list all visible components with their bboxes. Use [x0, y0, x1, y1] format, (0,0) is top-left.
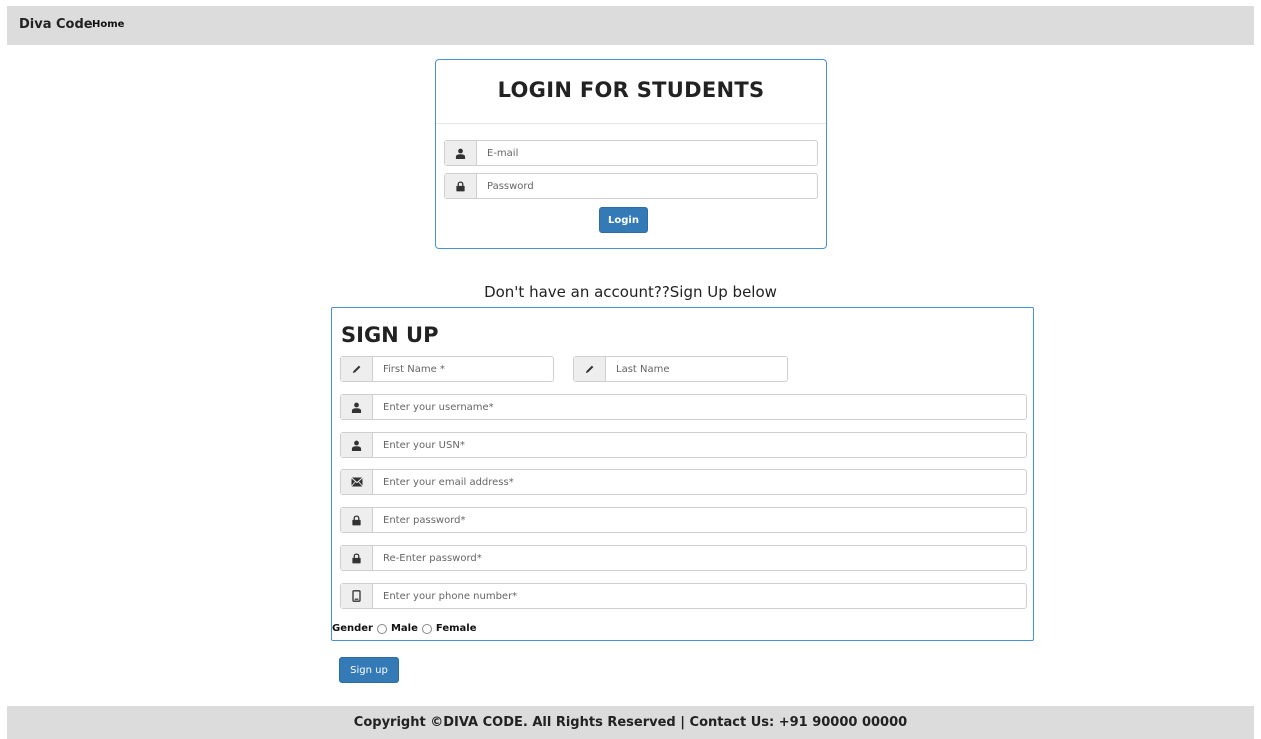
phone-group — [340, 583, 1027, 609]
user-icon — [341, 395, 373, 419]
phone-input[interactable] — [373, 584, 1026, 608]
last-name-group — [573, 356, 788, 382]
user-icon — [341, 433, 373, 457]
login-password-group — [444, 173, 818, 199]
reenter-password-input[interactable] — [373, 546, 1026, 570]
lock-icon — [341, 508, 373, 532]
login-button[interactable]: Login — [599, 207, 648, 233]
login-panel: LOGIN FOR STUDENTS Login — [435, 59, 827, 249]
first-name-input[interactable] — [373, 357, 553, 381]
navbar: Diva Code Home — [7, 6, 1254, 45]
footer: Copyright ©DIVA CODE. All Rights Reserve… — [7, 706, 1254, 739]
lock-icon — [341, 546, 373, 570]
signup-panel: SIGN UP First Name * Last Name Enter you… — [331, 307, 1034, 641]
gender-row: Gender Male Female — [332, 623, 477, 634]
gender-radio-male[interactable] — [376, 623, 387, 634]
password-input[interactable] — [373, 508, 1026, 532]
login-email-input[interactable] — [477, 141, 817, 165]
footer-text: Copyright ©DIVA CODE. All Rights Reserve… — [353, 715, 908, 730]
user-icon — [445, 141, 477, 165]
envelope-icon — [341, 470, 373, 494]
pencil-icon — [574, 357, 606, 381]
gender-option-male-label: Male — [390, 623, 418, 634]
pencil-icon — [341, 357, 373, 381]
last-name-input[interactable] — [606, 357, 787, 381]
brand-link[interactable]: Diva Code — [19, 17, 93, 32]
username-group — [340, 394, 1027, 420]
password-group — [340, 507, 1027, 533]
signup-prompt: Don't have an account??Sign Up below — [484, 283, 777, 301]
signup-title: SIGN UP — [341, 323, 439, 347]
reenter-password-group — [340, 545, 1027, 571]
gender-radio-female[interactable] — [421, 623, 432, 634]
login-header: LOGIN FOR STUDENTS — [436, 60, 826, 124]
nav-home-link[interactable]: Home — [92, 19, 124, 30]
gender-option-female-label: Female — [435, 623, 477, 634]
gender-label: Gender — [332, 623, 373, 634]
usn-group — [340, 432, 1027, 458]
phone-icon — [341, 584, 373, 608]
signup-button[interactable]: Sign up — [339, 657, 399, 683]
usn-input[interactable] — [373, 433, 1026, 457]
login-password-input[interactable] — [477, 174, 817, 198]
login-title: LOGIN FOR STUDENTS — [497, 78, 765, 102]
login-email-group — [444, 140, 818, 166]
lock-icon — [445, 174, 477, 198]
first-name-group — [340, 356, 554, 382]
username-input[interactable] — [373, 395, 1026, 419]
email-group — [340, 469, 1027, 495]
email-input[interactable] — [373, 470, 1026, 494]
